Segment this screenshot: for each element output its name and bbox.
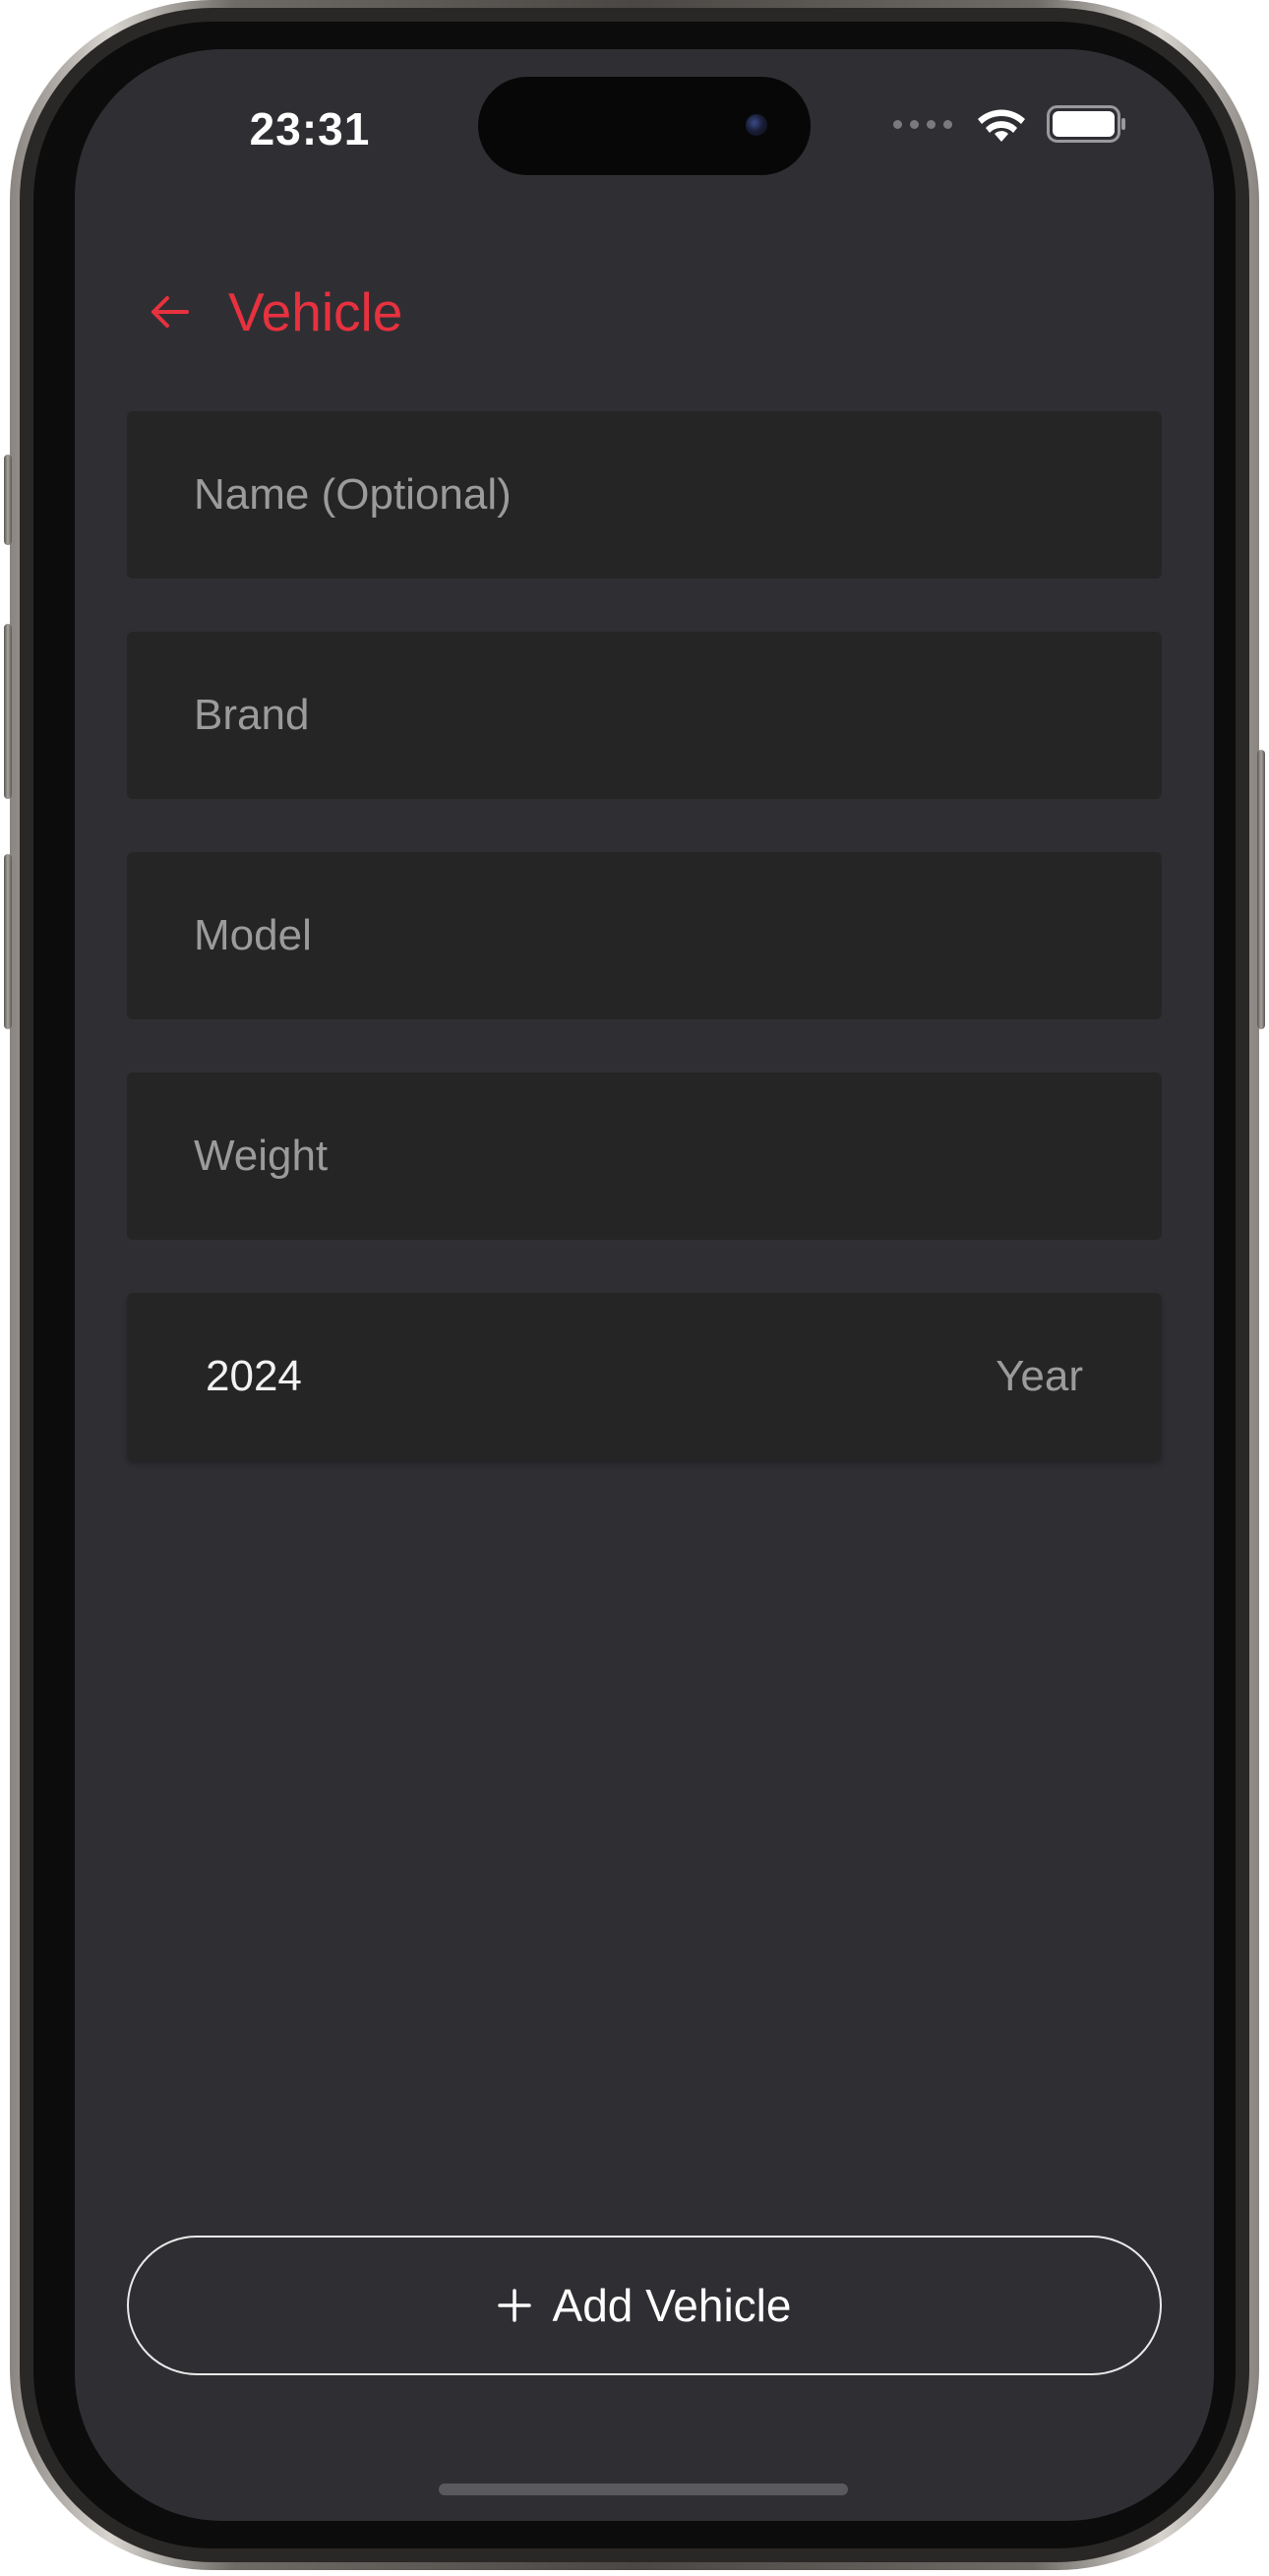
- year-value: 2024: [206, 1352, 302, 1400]
- back-button[interactable]: [140, 277, 199, 346]
- brand-field[interactable]: Brand: [127, 632, 1162, 799]
- status-time: 23:31: [249, 103, 371, 154]
- signal-dots-icon: [893, 119, 952, 129]
- volume-up-button: [4, 624, 12, 799]
- power-button: [1257, 750, 1265, 1029]
- action-button: [4, 455, 12, 545]
- phone-frame: 23:31 Vehicle Name (Optional) Brand Mode…: [4, 0, 1265, 2570]
- arrow-left-icon: [151, 296, 189, 328]
- weight-field[interactable]: Weight: [127, 1073, 1162, 1240]
- name-field[interactable]: Name (Optional): [127, 411, 1162, 579]
- dynamic-island: [478, 77, 811, 175]
- year-picker[interactable]: 2024 Year: [127, 1293, 1162, 1460]
- app-header: Vehicle: [75, 277, 1214, 356]
- wifi-icon: [976, 104, 1027, 144]
- front-camera-icon: [746, 114, 767, 136]
- volume-down-button: [4, 854, 12, 1029]
- weight-placeholder: Weight: [194, 1132, 329, 1180]
- home-indicator[interactable]: [439, 2484, 848, 2495]
- battery-icon: [1047, 105, 1127, 143]
- model-placeholder: Model: [194, 911, 312, 959]
- page-title: Vehicle: [228, 281, 403, 342]
- app-screen: 23:31 Vehicle Name (Optional) Brand Mode…: [75, 49, 1214, 2521]
- brand-placeholder: Brand: [194, 691, 310, 739]
- add-vehicle-button[interactable]: Add Vehicle: [127, 2236, 1162, 2375]
- name-placeholder: Name (Optional): [194, 470, 512, 519]
- plus-icon: [497, 2289, 531, 2322]
- year-label: Year: [996, 1352, 1083, 1400]
- status-icons: [893, 104, 1127, 144]
- model-field[interactable]: Model: [127, 852, 1162, 1019]
- add-vehicle-label: Add Vehicle: [552, 2280, 792, 2331]
